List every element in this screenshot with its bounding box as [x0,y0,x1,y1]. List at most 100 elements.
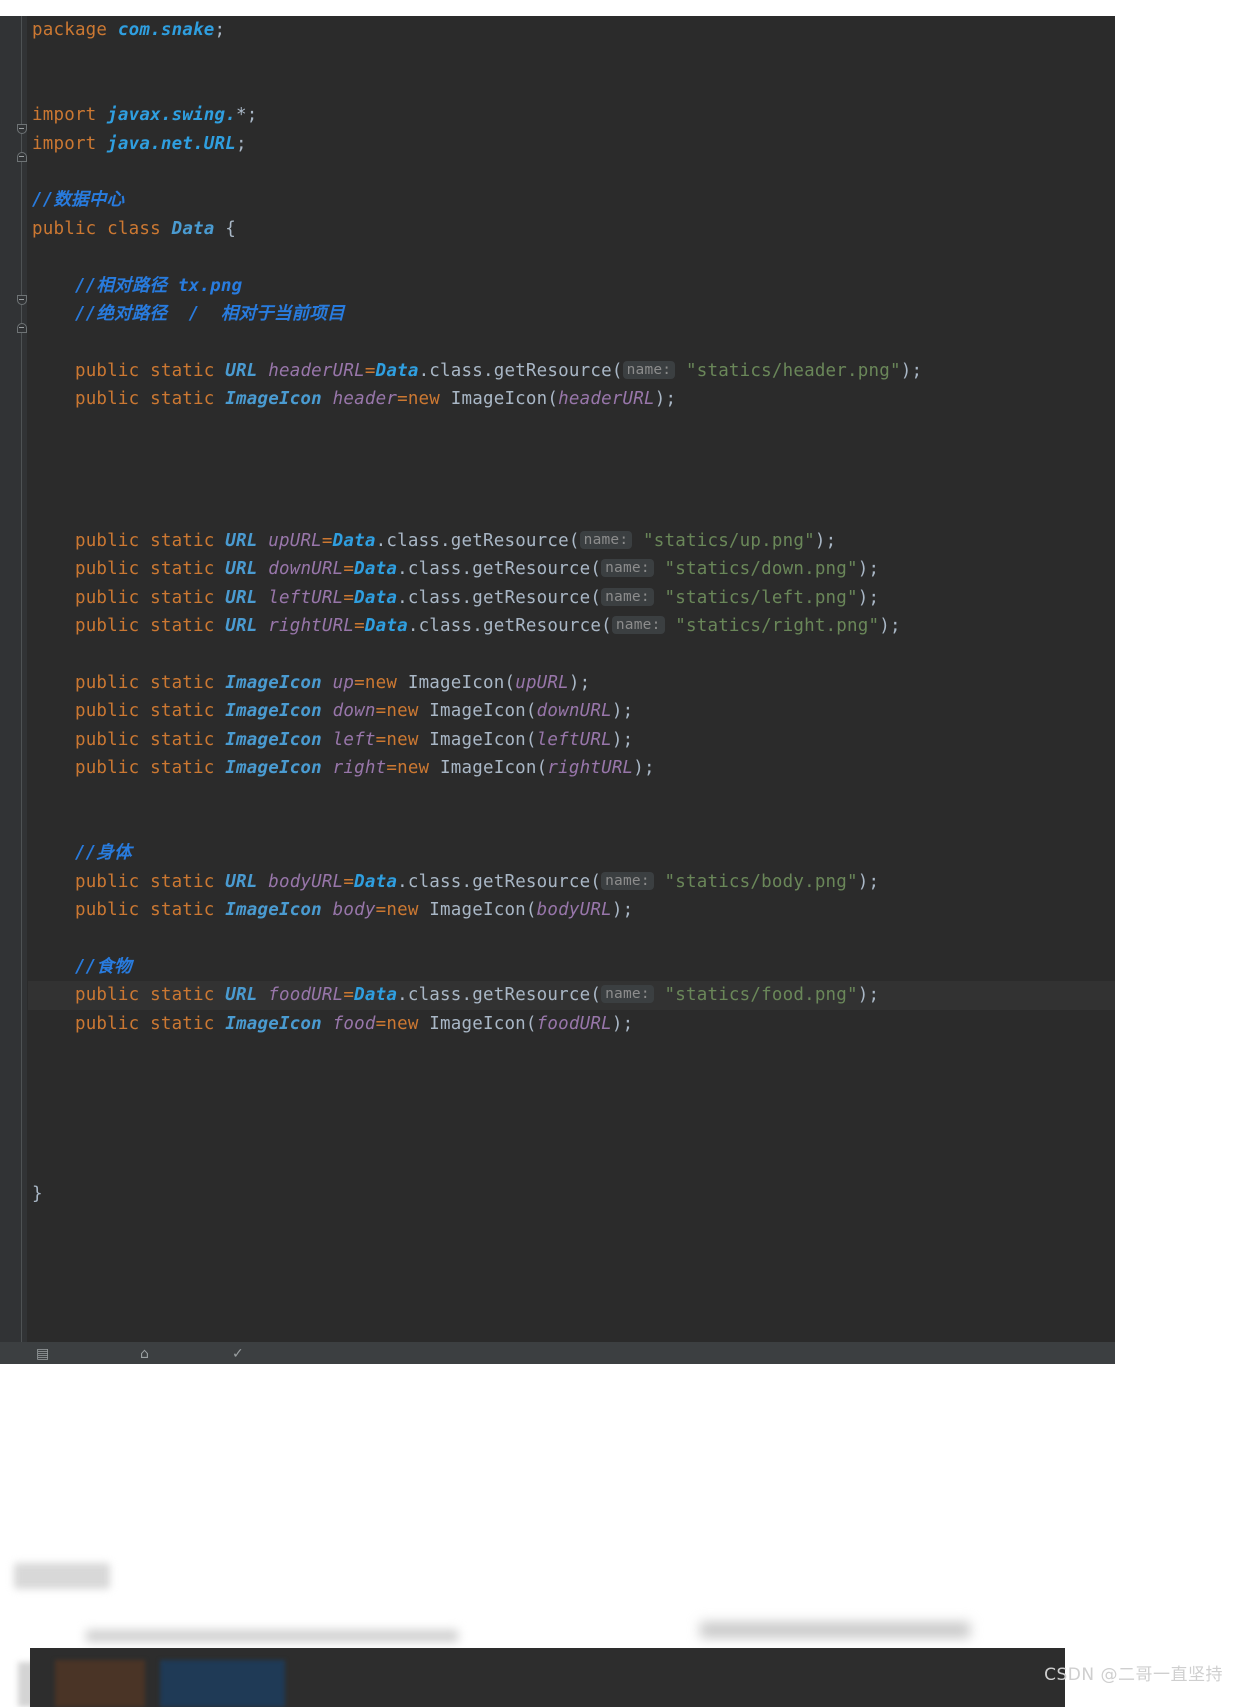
code-line[interactable]: package com.snake; [28,16,1115,44]
code-line[interactable]: //相对路径 tx.png [28,272,1115,300]
code-line[interactable]: public static ImageIcon down=new ImageIc… [28,697,1115,725]
code-line[interactable]: public static ImageIcon body=new ImageIc… [28,896,1115,924]
code-token: URL [225,587,258,608]
code-line[interactable]: public static ImageIcon up=new ImageIcon… [28,669,1115,697]
code-token: "statics/down.png" [664,559,858,580]
code-line[interactable] [28,925,1115,953]
code-token: public static [74,900,226,921]
code-token: header [332,389,398,410]
code-line[interactable]: //数据中心 [28,186,1115,214]
code-token: ); [611,729,634,750]
code-line[interactable]: import javax.swing.*; [28,101,1115,129]
code-line[interactable] [28,1066,1115,1094]
code-line[interactable] [28,1038,1115,1066]
code-line[interactable]: public static URL leftURL=Data.class.get… [28,584,1115,612]
code-token: //绝对路径 / 相对于当前项目 [32,303,345,324]
code-line[interactable]: public static URL upURL=Data.class.getRe… [28,527,1115,555]
code-line[interactable] [28,1152,1115,1180]
code-line[interactable] [28,44,1115,72]
code-token: = [375,729,387,750]
code-token: * [236,105,247,126]
code-line[interactable] [28,499,1115,527]
code-line[interactable]: public class Data { [28,215,1115,243]
code-token: leftURL [268,587,344,608]
code-line[interactable] [28,328,1115,356]
code-token: bodyURL [268,871,344,892]
code-line[interactable] [28,1123,1115,1151]
code-line[interactable] [28,442,1115,470]
code-token: ImageIcon [225,729,322,750]
git-icon[interactable]: ✓ [232,1346,244,1362]
code-token: ( [590,871,602,892]
ide-bottom-tool-strip[interactable]: ▤ ⌂ ✓ [0,1342,1115,1364]
build-icon[interactable]: ⌂ [140,1346,149,1362]
code-token: down [332,701,376,722]
code-token: package [32,20,118,40]
code-line[interactable]: //身体 [28,839,1115,867]
code-token: javax.swing. [107,105,236,126]
code-token: ; [214,20,226,40]
code-token: foodURL [536,1013,612,1034]
code-line[interactable]: public static URL headerURL=Data.class.g… [28,357,1115,385]
code-line[interactable]: public static URL rightURL=Data.class.ge… [28,612,1115,640]
code-line[interactable]: public static ImageIcon header=new Image… [28,385,1115,413]
code-line[interactable]: public static ImageIcon right=new ImageI… [28,754,1115,782]
taskbar-thumbnail-b[interactable] [160,1660,285,1707]
code-token: Data [375,360,419,381]
code-line[interactable] [28,158,1115,186]
code-token: ImageIcon [407,672,505,693]
code-line[interactable]: public static URL foodURL=Data.class.get… [28,981,1115,1010]
code-token: = [354,616,365,637]
code-token: public static [74,360,226,381]
code-line[interactable] [28,470,1115,498]
code-line[interactable] [28,73,1115,101]
code-token: "statics/up.png" [643,531,815,552]
code-line[interactable]: //绝对路径 / 相对于当前项目 [28,300,1115,328]
code-line[interactable] [28,811,1115,839]
code-token: public static [74,871,226,892]
code-token: ImageIcon [450,389,548,410]
code-line[interactable]: import java.net.URL; [28,130,1115,158]
code-token: Data [354,985,398,1006]
code-line[interactable]: public static ImageIcon left=new ImageIc… [28,726,1115,754]
code-token: ImageIcon [429,701,526,722]
code-line[interactable]: //食物 [28,953,1115,981]
code-line[interactable]: } [28,1180,1115,1208]
code-token: //相对路径 tx.png [32,275,243,296]
code-token: headerURL [268,360,365,381]
code-line[interactable] [28,783,1115,811]
code-line[interactable]: public static URL downURL=Data.class.get… [28,555,1115,583]
code-token: java.net.URL [107,133,236,154]
code-line[interactable] [28,243,1115,271]
code-line[interactable] [28,413,1115,441]
code-line[interactable]: public static URL bodyURL=Data.class.get… [28,868,1115,896]
code-line[interactable] [28,1095,1115,1123]
parameter-hint: name: [601,871,654,890]
code-token: .class. [418,360,494,381]
code-token: bodyURL [536,900,612,921]
code-line[interactable]: public static ImageIcon food=new ImageIc… [28,1010,1115,1038]
code-line[interactable] [28,641,1115,669]
editor-gutter[interactable] [0,16,27,1364]
taskbar-thumbnail-a[interactable] [55,1660,145,1707]
code-token: ImageIcon [225,672,322,693]
code-token: ( [547,389,559,410]
code-editor-text-area[interactable]: package com.snake; import javax.swing.*;… [28,16,1115,1364]
code-token: leftURL [536,729,612,750]
code-token: rightURL [547,758,634,779]
code-token: ( [525,1013,537,1034]
terminal-icon[interactable]: ▤ [36,1346,49,1362]
blurred-artifact-left [14,1563,110,1589]
code-token: URL [225,360,258,381]
code-token: = [354,672,365,693]
